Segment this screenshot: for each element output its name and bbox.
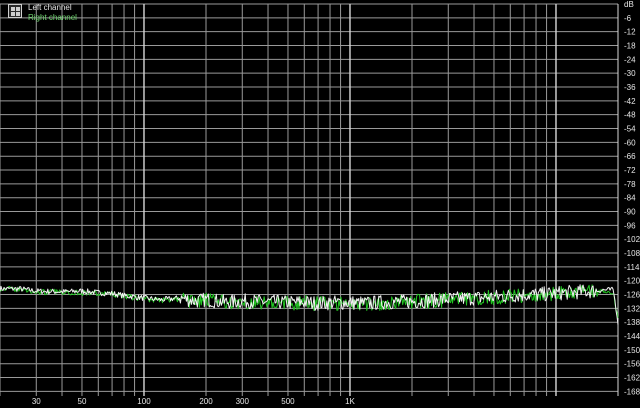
y-tick-label: -18 (624, 42, 636, 51)
y-tick-label: -78 (624, 180, 636, 189)
y-tick-label: -30 (624, 69, 636, 78)
y-tick-label: -60 (624, 138, 636, 147)
y-tick-label: -144 (624, 332, 640, 341)
y-tick-label: -162 (624, 374, 640, 383)
legend-left-channel: Left channel (28, 3, 72, 12)
y-axis-ticks: dB -6 -12 -18 -24 -30 -36 -42 -48 -54 -60 -66 -72 -78… (624, 0, 640, 396)
x-tick-label: 500 (281, 397, 295, 406)
y-tick-label: -72 (624, 166, 636, 175)
y-tick-label: -42 (624, 97, 636, 106)
y-tick-label: -54 (624, 125, 636, 134)
y-tick-label: -120 (624, 277, 640, 286)
x-tick-label: 1K (345, 397, 355, 406)
y-tick-label: -156 (624, 360, 640, 369)
y-tick-label: -132 (624, 304, 640, 313)
y-tick-label: dB (624, 0, 634, 9)
y-tick-label: -102 (624, 235, 640, 244)
y-tick-label: -6 (624, 14, 632, 23)
y-tick-label: -24 (624, 55, 636, 64)
x-tick-label: 50 (78, 397, 87, 406)
legend-right-channel: Right channel (28, 13, 77, 22)
grid-settings-icon[interactable] (8, 4, 22, 18)
spectrum-chart: dB -6 -12 -18 -24 -30 -36 -42 -48 -54 -60 -66 -72 -78… (0, 0, 640, 406)
y-tick-label: -114 (624, 263, 640, 272)
y-tick-label: -168 (624, 387, 640, 396)
y-tick-label: -90 (624, 208, 636, 217)
series-line-left-channel (0, 284, 619, 325)
y-tick-label: -108 (624, 249, 640, 258)
y-tick-label: -66 (624, 152, 636, 161)
y-tick-label: -84 (624, 194, 636, 203)
y-tick-label: -150 (624, 346, 640, 355)
x-tick-label: 200 (199, 397, 213, 406)
y-tick-label: -36 (624, 83, 636, 92)
x-tick-label: 300 (236, 397, 250, 406)
y-tick-label: -96 (624, 221, 636, 230)
y-tick-label: -138 (624, 318, 640, 327)
y-tick-label: -48 (624, 111, 636, 120)
x-tick-label: 30 (32, 397, 41, 406)
y-tick-label: -126 (624, 291, 640, 300)
x-axis-ticks: 30 50 100 200 300 500 1K (32, 397, 356, 406)
y-tick-label: -12 (624, 28, 636, 37)
x-tick-label: 100 (137, 397, 151, 406)
grid (0, 3, 619, 396)
series-lines (0, 284, 619, 325)
